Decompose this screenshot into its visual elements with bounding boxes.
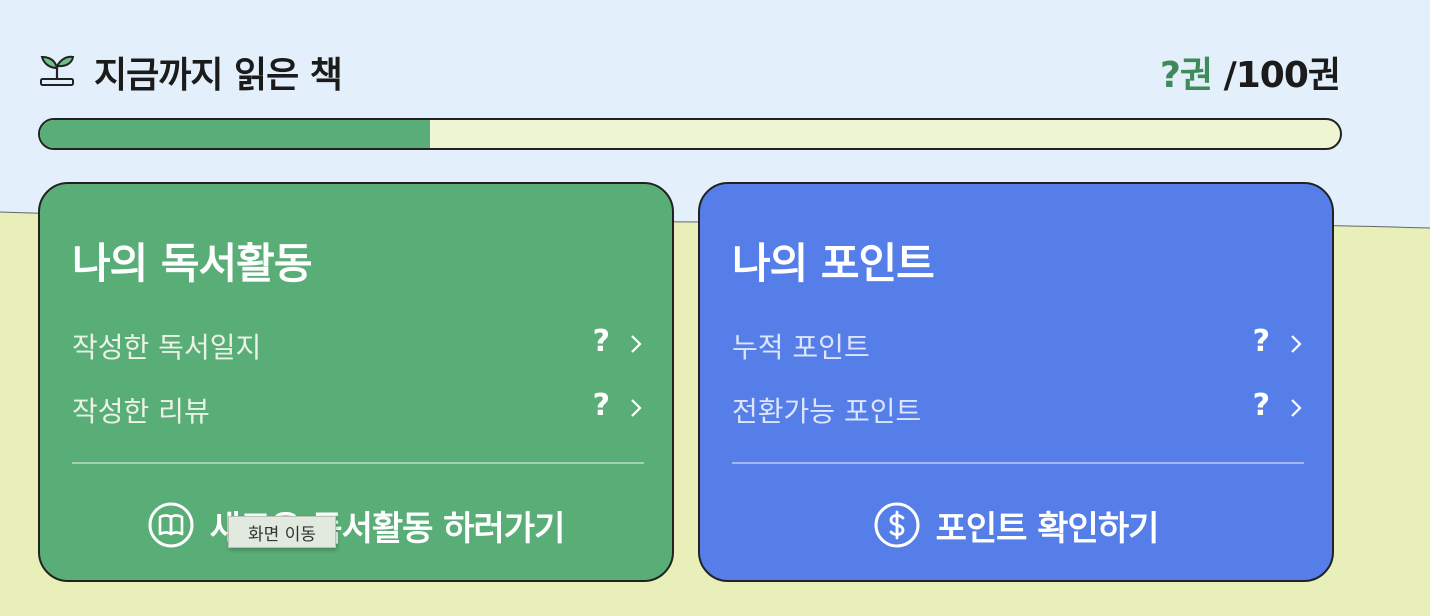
reading-activity-card: 나의 독서활동 작성한 독서일지 ? 작성한 리뷰 ? 새로운 독서활동 하러가… (38, 182, 674, 582)
reading-progress-bar (38, 118, 1342, 150)
chevron-right-icon (1291, 399, 1302, 417)
action-label: 포인트 확인하기 (935, 508, 1160, 549)
check-points-button[interactable]: 포인트 확인하기 (700, 500, 1332, 550)
sprout-icon (40, 55, 75, 86)
row-value: ? (1252, 324, 1270, 359)
new-reading-activity-button[interactable]: 새로운 독서활동 하러가기 (40, 500, 672, 550)
row-label: 작성한 리뷰 (72, 395, 210, 428)
count-separator: / (1223, 55, 1237, 96)
chevron-right-icon (631, 335, 642, 353)
page-title: 지금까지 읽은 책 (94, 55, 343, 96)
chevron-right-icon (1291, 335, 1302, 353)
row-label: 전환가능 포인트 (732, 395, 922, 428)
written-journals-row[interactable]: 작성한 독서일지 ? (72, 324, 646, 366)
goal-count: 100권 (1235, 55, 1341, 96)
row-value: ? (592, 324, 610, 359)
books-read-counter: ?권 /100권 (1160, 46, 1341, 98)
written-reviews-row[interactable]: 작성한 리뷰 ? (72, 388, 646, 430)
chevron-right-icon (631, 399, 642, 417)
points-card: 나의 포인트 누적 포인트 ? 전환가능 포인트 ? 포인트 확인하기 (698, 182, 1334, 582)
row-value: ? (592, 388, 610, 423)
reading-activity-title: 나의 독서활동 (72, 239, 312, 288)
row-value: ? (1252, 388, 1270, 423)
progress-fill (40, 120, 430, 148)
points-title: 나의 포인트 (732, 239, 935, 288)
row-label: 누적 포인트 (732, 331, 870, 364)
navigation-tooltip: 화면 이동 (228, 516, 336, 548)
dollar-icon (874, 502, 920, 548)
convertible-points-row[interactable]: 전환가능 포인트 ? (732, 388, 1306, 430)
row-label: 작성한 독서일지 (72, 331, 262, 364)
read-count: ?권 (1160, 55, 1213, 96)
reading-summary-header: 지금까지 읽은 책 ?권 /100권 (38, 44, 1342, 96)
book-icon (148, 502, 194, 548)
accumulated-points-row[interactable]: 누적 포인트 ? (732, 324, 1306, 366)
card-divider (72, 462, 644, 464)
card-divider (732, 462, 1304, 464)
